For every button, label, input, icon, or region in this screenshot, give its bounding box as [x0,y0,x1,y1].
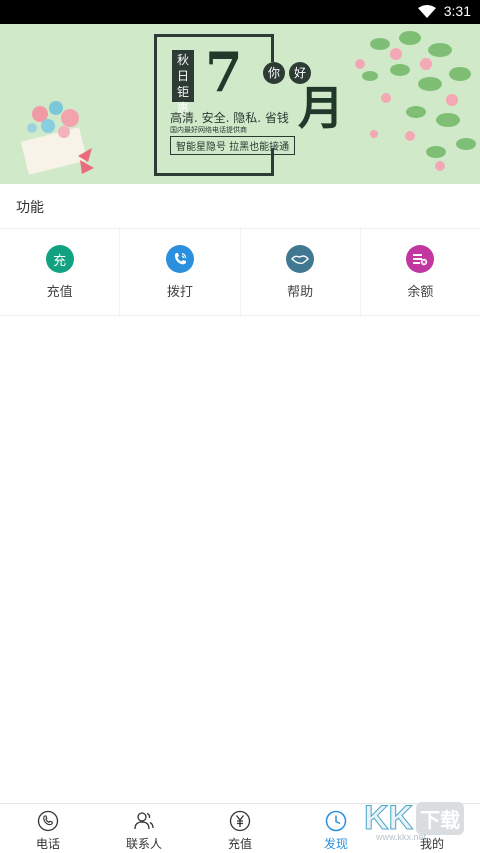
function-label: 充值 [46,285,73,300]
tab-label: 联系人 [125,837,162,851]
function-label: 拨打 [166,285,193,300]
function-help[interactable]: 帮助 [241,229,361,315]
tab-recharge[interactable]: 充值 [192,804,288,853]
tab-label: 充值 [227,837,252,851]
watermark-letters: KK [363,799,414,837]
handshake-glyph [291,255,310,265]
banner-number: 7 [205,40,243,104]
banner-pill: 智能星隐号 拉黑也能接通 [170,136,296,155]
banner-subtitle: 国内最好网络电话提供商 [170,126,247,134]
balance-icon [406,245,435,273]
banner-hello-char: 你 [263,62,285,84]
recharge-icon: 充 [45,245,74,273]
section-title: 功能 [16,200,44,216]
recharge-glyph: 充 [53,253,67,269]
balance-glyph [413,254,428,266]
status-time: 3:31 [443,3,471,19]
tab-label: 发现 [323,837,348,851]
watermark-url: www.kkx.net [376,832,427,842]
contacts-icon [134,812,154,830]
flower-bouquet-icon [20,101,94,175]
function-balance[interactable]: 余额 [361,229,480,315]
status-bar: 3:31 [0,0,480,24]
banner-month: 月 [298,81,344,135]
tab-phone[interactable]: 电话 [0,804,96,853]
tab-contacts[interactable]: 联系人 [96,804,192,853]
clock-icon [325,810,347,832]
banner-slogan: 高清. 安全. 隐私. 省钱 [170,111,289,125]
yen-icon [229,810,251,832]
function-grid: 充 充值 拨打 帮助 余额 [0,228,480,316]
banner-tag: 秋日钜惠 [172,50,194,115]
function-label: 帮助 [287,285,314,300]
help-handshake-icon [286,245,315,273]
watermark-box: 下载 [416,801,465,835]
phone-icon [37,810,59,832]
banner-frame-corner [268,34,274,62]
function-recharge[interactable]: 充 充值 [0,229,121,315]
function-label: 余额 [407,285,434,300]
promo-banner[interactable]: 秋日钜惠 7 你 好 月 高清. 安全. 隐私. 省钱 国内最好网络电话提供商 … [0,24,480,184]
wifi-icon [418,5,436,18]
phone-call-icon [165,245,194,273]
function-dial[interactable]: 拨打 [120,229,241,315]
flower-vines-icon [355,31,476,171]
phone-call-glyph [174,252,186,265]
tab-label: 电话 [35,837,60,851]
